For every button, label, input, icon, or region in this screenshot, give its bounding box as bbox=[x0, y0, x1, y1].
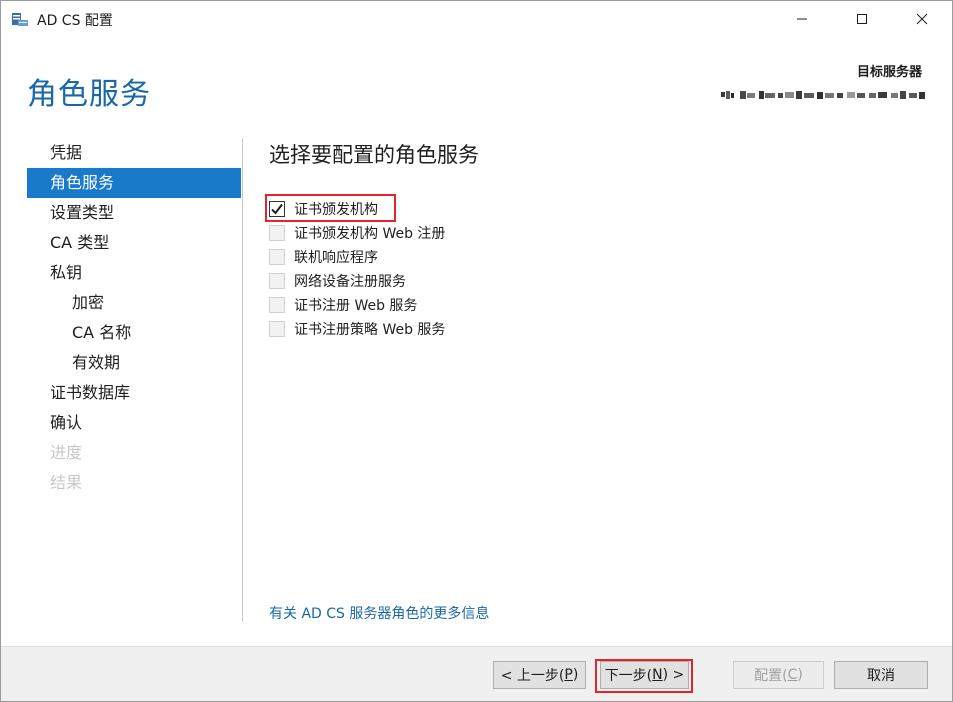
next-button[interactable]: 下一步(N) > bbox=[600, 661, 689, 689]
role-service-option[interactable]: 证书颁发机构 bbox=[265, 194, 445, 222]
role-service-checkbox[interactable] bbox=[269, 201, 285, 217]
role-service-label: 证书注册策略 Web 服务 bbox=[294, 322, 446, 338]
role-service-option[interactable]: 证书注册策略 Web 服务 bbox=[269, 317, 445, 341]
role-service-label: 证书颁发机构 bbox=[294, 202, 378, 218]
role-service-option[interactable]: 联机响应程序 bbox=[269, 245, 445, 269]
role-service-option[interactable]: 网络设备注册服务 bbox=[269, 269, 445, 293]
nav-item: 进度 bbox=[50, 443, 83, 462]
close-button[interactable] bbox=[899, 1, 945, 37]
role-service-label: 联机响应程序 bbox=[294, 250, 378, 266]
role-service-checkbox[interactable] bbox=[269, 249, 285, 265]
role-service-option[interactable]: 证书注册 Web 服务 bbox=[269, 293, 445, 317]
target-server-value-redacted bbox=[721, 87, 926, 99]
page-title: 角色服务 bbox=[27, 77, 151, 112]
configure-button-pre: 配置( bbox=[754, 668, 788, 684]
nav-item[interactable]: CA 类型 bbox=[27, 228, 241, 258]
maximize-button[interactable] bbox=[839, 1, 885, 37]
cancel-button[interactable]: 取消 bbox=[834, 661, 928, 689]
more-info-link[interactable]: 有关 AD CS 服务器角色的更多信息 bbox=[269, 603, 489, 623]
nav-item[interactable]: 私钥 bbox=[27, 258, 241, 288]
maximize-icon bbox=[857, 14, 867, 24]
minimize-button[interactable] bbox=[779, 1, 825, 37]
configure-button[interactable]: 配置(C) bbox=[733, 661, 824, 689]
role-service-checkbox[interactable] bbox=[269, 273, 285, 289]
nav-item[interactable]: 设置类型 bbox=[27, 198, 241, 228]
title-bar: AD CS 配置 bbox=[1, 1, 952, 37]
configure-button-accesskey: C bbox=[787, 667, 798, 683]
footer-bar: < 上一步(P) 下一步(N) > 配置(C) 取消 bbox=[1, 646, 952, 701]
nav-item[interactable]: 证书数据库 bbox=[27, 378, 241, 408]
role-service-checkbox[interactable] bbox=[269, 321, 285, 337]
previous-button-pre: < 上一步( bbox=[500, 668, 565, 684]
nav-item[interactable]: 凭据 bbox=[27, 138, 241, 168]
previous-button-post: ) bbox=[572, 667, 579, 683]
checkmark-icon bbox=[271, 203, 283, 215]
role-service-checkbox[interactable] bbox=[269, 297, 285, 313]
nav-item[interactable]: 确认 bbox=[27, 408, 241, 438]
role-services-list: 证书颁发机构证书颁发机构 Web 注册 联机响应程序网络设备注册服务 证书注册 We… bbox=[265, 194, 445, 341]
nav-item[interactable]: CA 名称 bbox=[27, 318, 241, 348]
role-service-option[interactable]: 证书颁发机构 Web 注册 bbox=[269, 221, 445, 245]
close-icon bbox=[916, 13, 928, 25]
target-server-label: 目标服务器 bbox=[856, 65, 922, 80]
nav-item: 结果 bbox=[50, 473, 83, 492]
wizard-steps-nav: 凭据 角色服务 设置类型 CA 类型 私钥 加密 CA 名称 有效期 证书数据库 确认进度结果 bbox=[27, 138, 241, 498]
role-service-checkbox[interactable] bbox=[269, 225, 285, 241]
server-manager-icon bbox=[11, 11, 29, 27]
next-button-post: ) > bbox=[662, 667, 685, 683]
next-button-pre: 下一步( bbox=[604, 668, 653, 684]
nav-item[interactable]: 加密 bbox=[27, 288, 241, 318]
adcs-config-window: AD CS 配置 角色服务 目标服务器 凭据 角色服务 设置类型 CA 类型 私钥 加密 bbox=[0, 0, 953, 702]
previous-button-accesskey: P bbox=[564, 667, 573, 683]
nav-item[interactable]: 角色服务 bbox=[27, 168, 241, 198]
nav-divider bbox=[242, 138, 243, 622]
previous-button[interactable]: < 上一步(P) bbox=[493, 661, 586, 689]
role-service-label: 证书注册 Web 服务 bbox=[294, 298, 418, 314]
minimize-icon bbox=[797, 18, 807, 20]
nav-item[interactable]: 有效期 bbox=[27, 348, 241, 378]
section-title: 选择要配置的角色服务 bbox=[269, 143, 479, 167]
configure-button-post: ) bbox=[797, 667, 803, 683]
window-title: AD CS 配置 bbox=[37, 13, 113, 29]
next-button-accesskey: N bbox=[652, 667, 663, 683]
role-service-label: 网络设备注册服务 bbox=[294, 274, 406, 290]
role-service-label: 证书颁发机构 Web 注册 bbox=[294, 226, 446, 242]
